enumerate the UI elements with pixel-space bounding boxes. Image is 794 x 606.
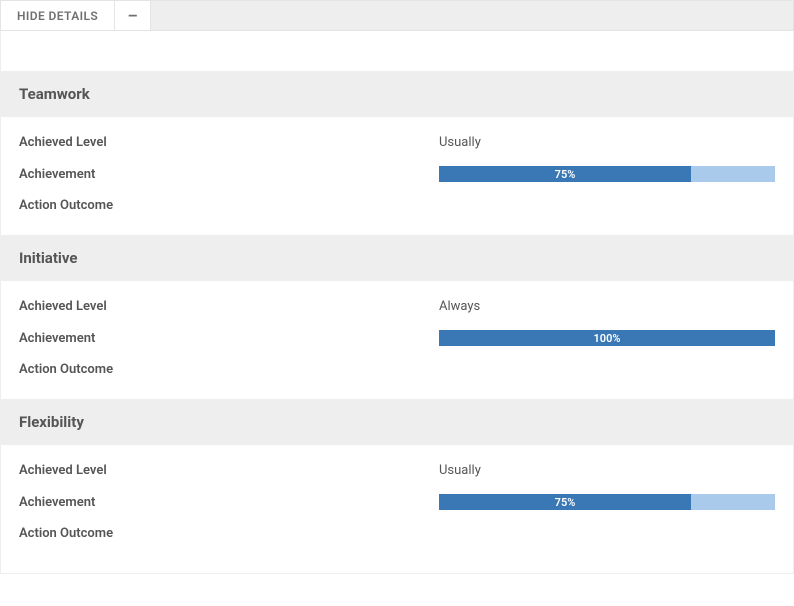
hide-details-button[interactable]: HIDE DETAILS: [1, 1, 115, 30]
achievement-percent-text: 100%: [594, 332, 621, 345]
row-action-outcome: Action Outcome: [1, 354, 793, 391]
spacer: [1, 31, 793, 71]
achievement-progress-fill: 75%: [439, 166, 691, 182]
row-action-outcome: Action Outcome: [1, 190, 793, 227]
achievement-progress-fill: 75%: [439, 494, 691, 510]
achievement-progress: 100%: [439, 330, 775, 346]
label-achieved-level: Achieved Level: [19, 299, 439, 314]
achievement-percent-text: 75%: [555, 496, 576, 509]
row-action-outcome: Action Outcome: [1, 518, 793, 555]
toolbar: HIDE DETAILS –: [0, 0, 794, 31]
value-achieved-level: Usually: [439, 135, 775, 150]
label-achievement: Achievement: [19, 331, 439, 346]
row-achievement: Achievement 100%: [1, 322, 793, 354]
achievement-progress: 75%: [439, 166, 775, 182]
progress-wrap: 75%: [439, 166, 775, 182]
label-action-outcome: Action Outcome: [19, 198, 439, 213]
section-body: Achieved LevelUsually Achievement 75% Actio…: [1, 117, 793, 235]
collapse-button[interactable]: –: [115, 1, 151, 30]
row-achieved-level: Achieved LevelAlways: [1, 285, 793, 322]
section-body: Achieved LevelAlways Achievement 100% Actio…: [1, 281, 793, 399]
section-body: Achieved LevelUsually Achievement 75% Actio…: [1, 445, 793, 563]
achievement-percent-text: 75%: [555, 168, 576, 181]
spacer: [1, 563, 793, 573]
row-achievement: Achievement 75%: [1, 158, 793, 190]
achievement-progress-fill: 100%: [439, 330, 775, 346]
value-achieved-level: Usually: [439, 463, 775, 478]
label-achieved-level: Achieved Level: [19, 135, 439, 150]
section-title: Flexibility: [19, 413, 84, 431]
section-header: Initiative: [1, 235, 793, 281]
section-title: Initiative: [19, 249, 77, 267]
row-achieved-level: Achieved LevelUsually: [1, 449, 793, 486]
details-panel: TeamworkAchieved LevelUsuallyAchievement…: [0, 31, 794, 574]
section-header: Flexibility: [1, 399, 793, 445]
label-achieved-level: Achieved Level: [19, 463, 439, 478]
label-achievement: Achievement: [19, 495, 439, 510]
section-header: Teamwork: [1, 71, 793, 117]
row-achieved-level: Achieved LevelUsually: [1, 121, 793, 158]
row-achievement: Achievement 75%: [1, 486, 793, 518]
label-action-outcome: Action Outcome: [19, 362, 439, 377]
progress-wrap: 75%: [439, 494, 775, 510]
value-achieved-level: Always: [439, 299, 775, 314]
progress-wrap: 100%: [439, 330, 775, 346]
label-achievement: Achievement: [19, 167, 439, 182]
minus-icon: –: [128, 6, 138, 25]
achievement-progress: 75%: [439, 494, 775, 510]
label-action-outcome: Action Outcome: [19, 526, 439, 541]
section-title: Teamwork: [19, 85, 90, 103]
